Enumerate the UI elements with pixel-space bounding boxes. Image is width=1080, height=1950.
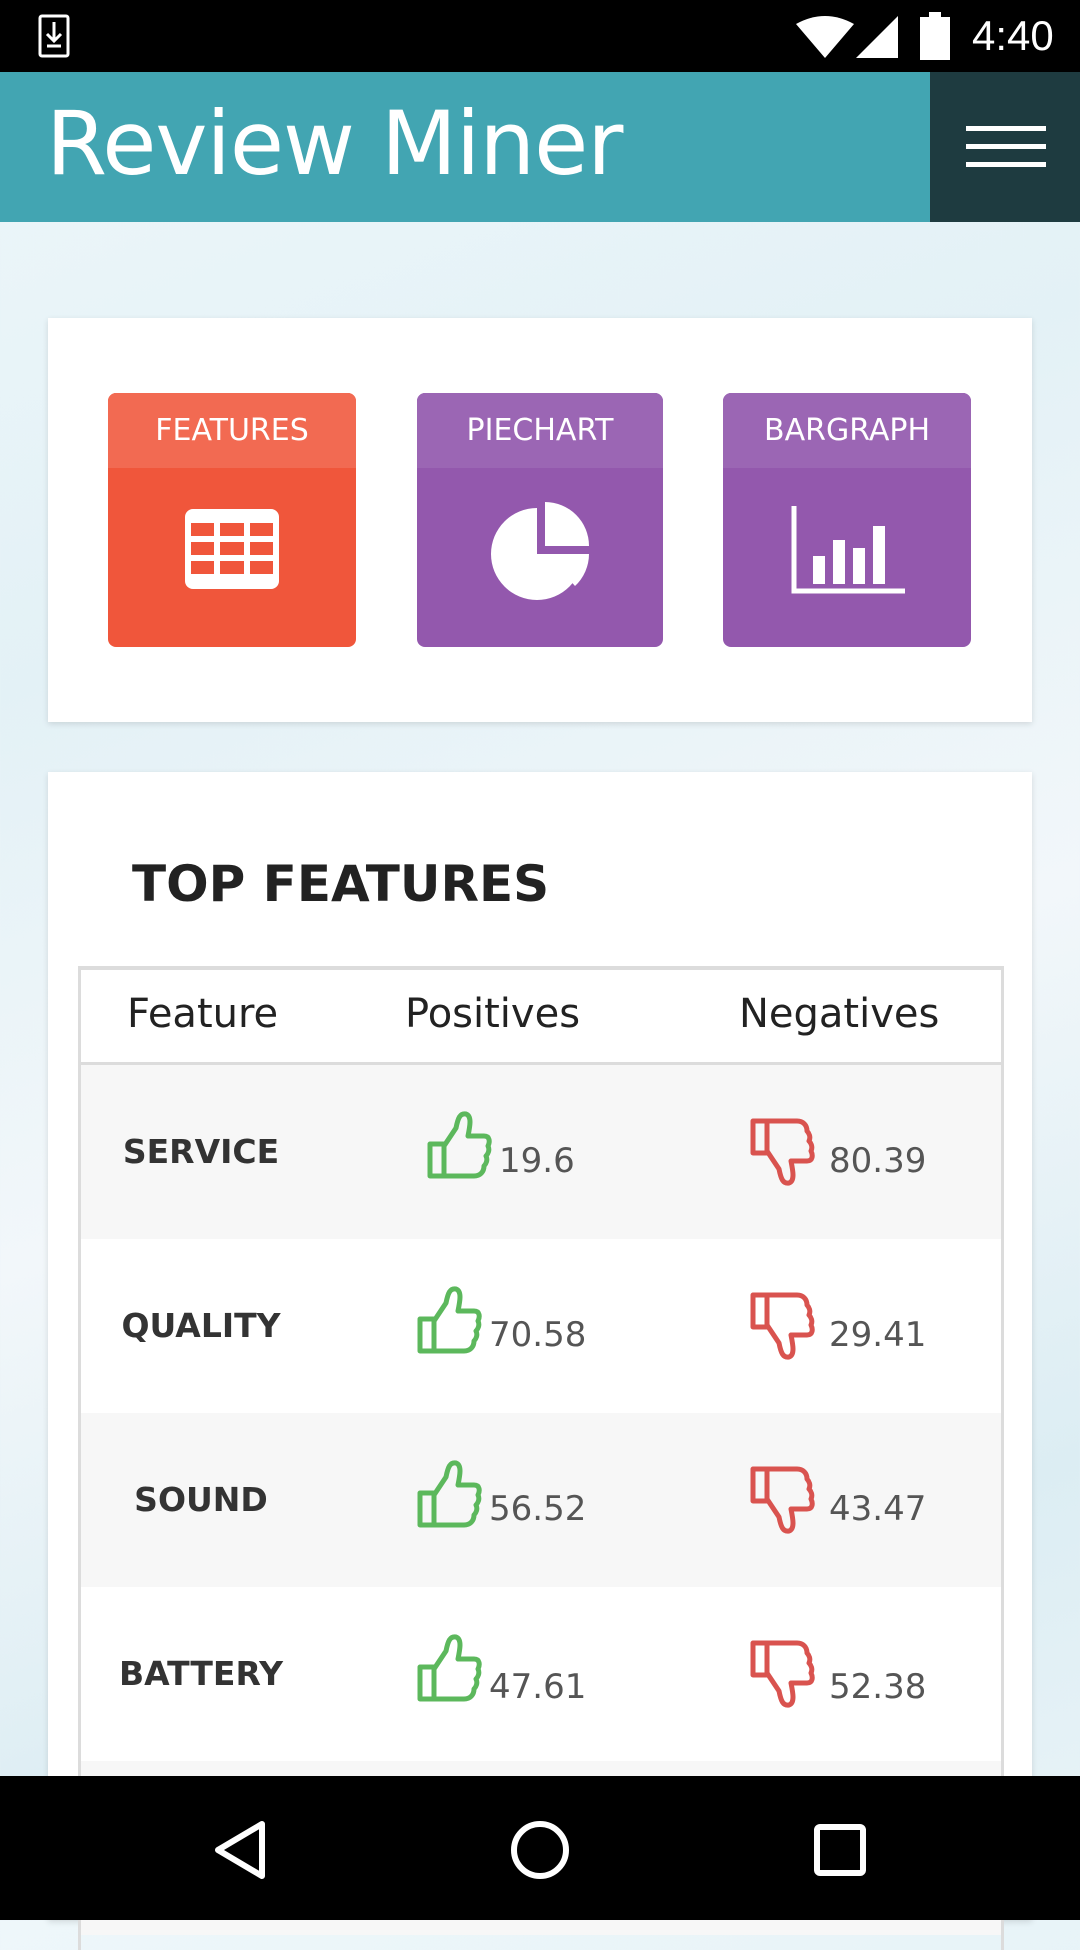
- app-title: Review Miner: [46, 92, 623, 195]
- feature-name: SOUND: [134, 1480, 268, 1519]
- back-triangle-icon[interactable]: [212, 1820, 268, 1880]
- positive-value: 70.58: [489, 1315, 587, 1355]
- section-title: TOP FEATURES: [132, 855, 550, 913]
- navigation-tiles-card: FEATURES PIECHART BARGRAPH: [48, 318, 1032, 722]
- bargraph-tile-label: BARGRAPH: [723, 393, 971, 468]
- clock: 4:40: [972, 12, 1054, 59]
- piechart-tile-label: PIECHART: [417, 393, 663, 468]
- thumbs-up-icon: [427, 1111, 492, 1179]
- bargraph-tile[interactable]: BARGRAPH: [723, 393, 971, 647]
- table-grid-icon: [185, 509, 279, 589]
- home-circle-icon[interactable]: [510, 1820, 570, 1880]
- top-features-card: TOP FEATURES Feature Positives Negatives…: [48, 772, 1032, 1950]
- table-row: SOUND 56.52 43.47: [81, 1413, 1001, 1587]
- thumbs-up-icon: [417, 1634, 482, 1702]
- pie-chart-icon: [491, 502, 589, 600]
- negative-value: 29.41: [829, 1315, 927, 1355]
- battery-icon: [920, 12, 950, 60]
- negative-value: 43.47: [829, 1489, 927, 1529]
- column-header-negatives: Negatives: [739, 991, 940, 1037]
- table-row: BATTERY 47.61 52.38: [81, 1587, 1001, 1761]
- menu-button[interactable]: [930, 72, 1080, 222]
- status-bar: 4:40: [0, 0, 1080, 72]
- features-tile[interactable]: FEATURES: [108, 393, 356, 647]
- negative-value: 52.38: [829, 1667, 927, 1707]
- feature-name: QUALITY: [121, 1306, 281, 1345]
- positive-value: 19.6: [499, 1141, 575, 1181]
- positive-value: 47.61: [489, 1667, 587, 1707]
- recents-square-icon[interactable]: [814, 1824, 866, 1876]
- features-tile-label: FEATURES: [108, 393, 356, 468]
- wifi-icon: [796, 16, 854, 58]
- signal-icon: [856, 16, 898, 58]
- feature-name: SERVICE: [122, 1132, 280, 1171]
- piechart-tile[interactable]: PIECHART: [417, 393, 663, 647]
- table-header: Feature Positives Negatives: [81, 970, 1001, 1065]
- column-header-positives: Positives: [405, 991, 581, 1037]
- bar-graph-icon: [791, 506, 905, 594]
- thumbs-down-icon: [750, 1640, 815, 1708]
- negative-value: 80.39: [829, 1141, 927, 1181]
- thumbs-down-icon: [750, 1466, 815, 1534]
- thumbs-down-icon: [750, 1118, 815, 1186]
- app-bar: Review Miner: [0, 72, 1080, 222]
- column-header-feature: Feature: [127, 991, 279, 1037]
- thumbs-up-icon: [417, 1286, 482, 1354]
- navigation-bar: [0, 1776, 1080, 1920]
- feature-name: BATTERY: [119, 1654, 283, 1693]
- positive-value: 56.52: [489, 1489, 587, 1529]
- table-row: SERVICE 19.6 80.39: [81, 1065, 1001, 1239]
- thumbs-down-icon: [750, 1292, 815, 1360]
- table-row: QUALITY 70.58 29.41: [81, 1239, 1001, 1413]
- download-icon: [38, 14, 70, 58]
- thumbs-up-icon: [417, 1460, 482, 1528]
